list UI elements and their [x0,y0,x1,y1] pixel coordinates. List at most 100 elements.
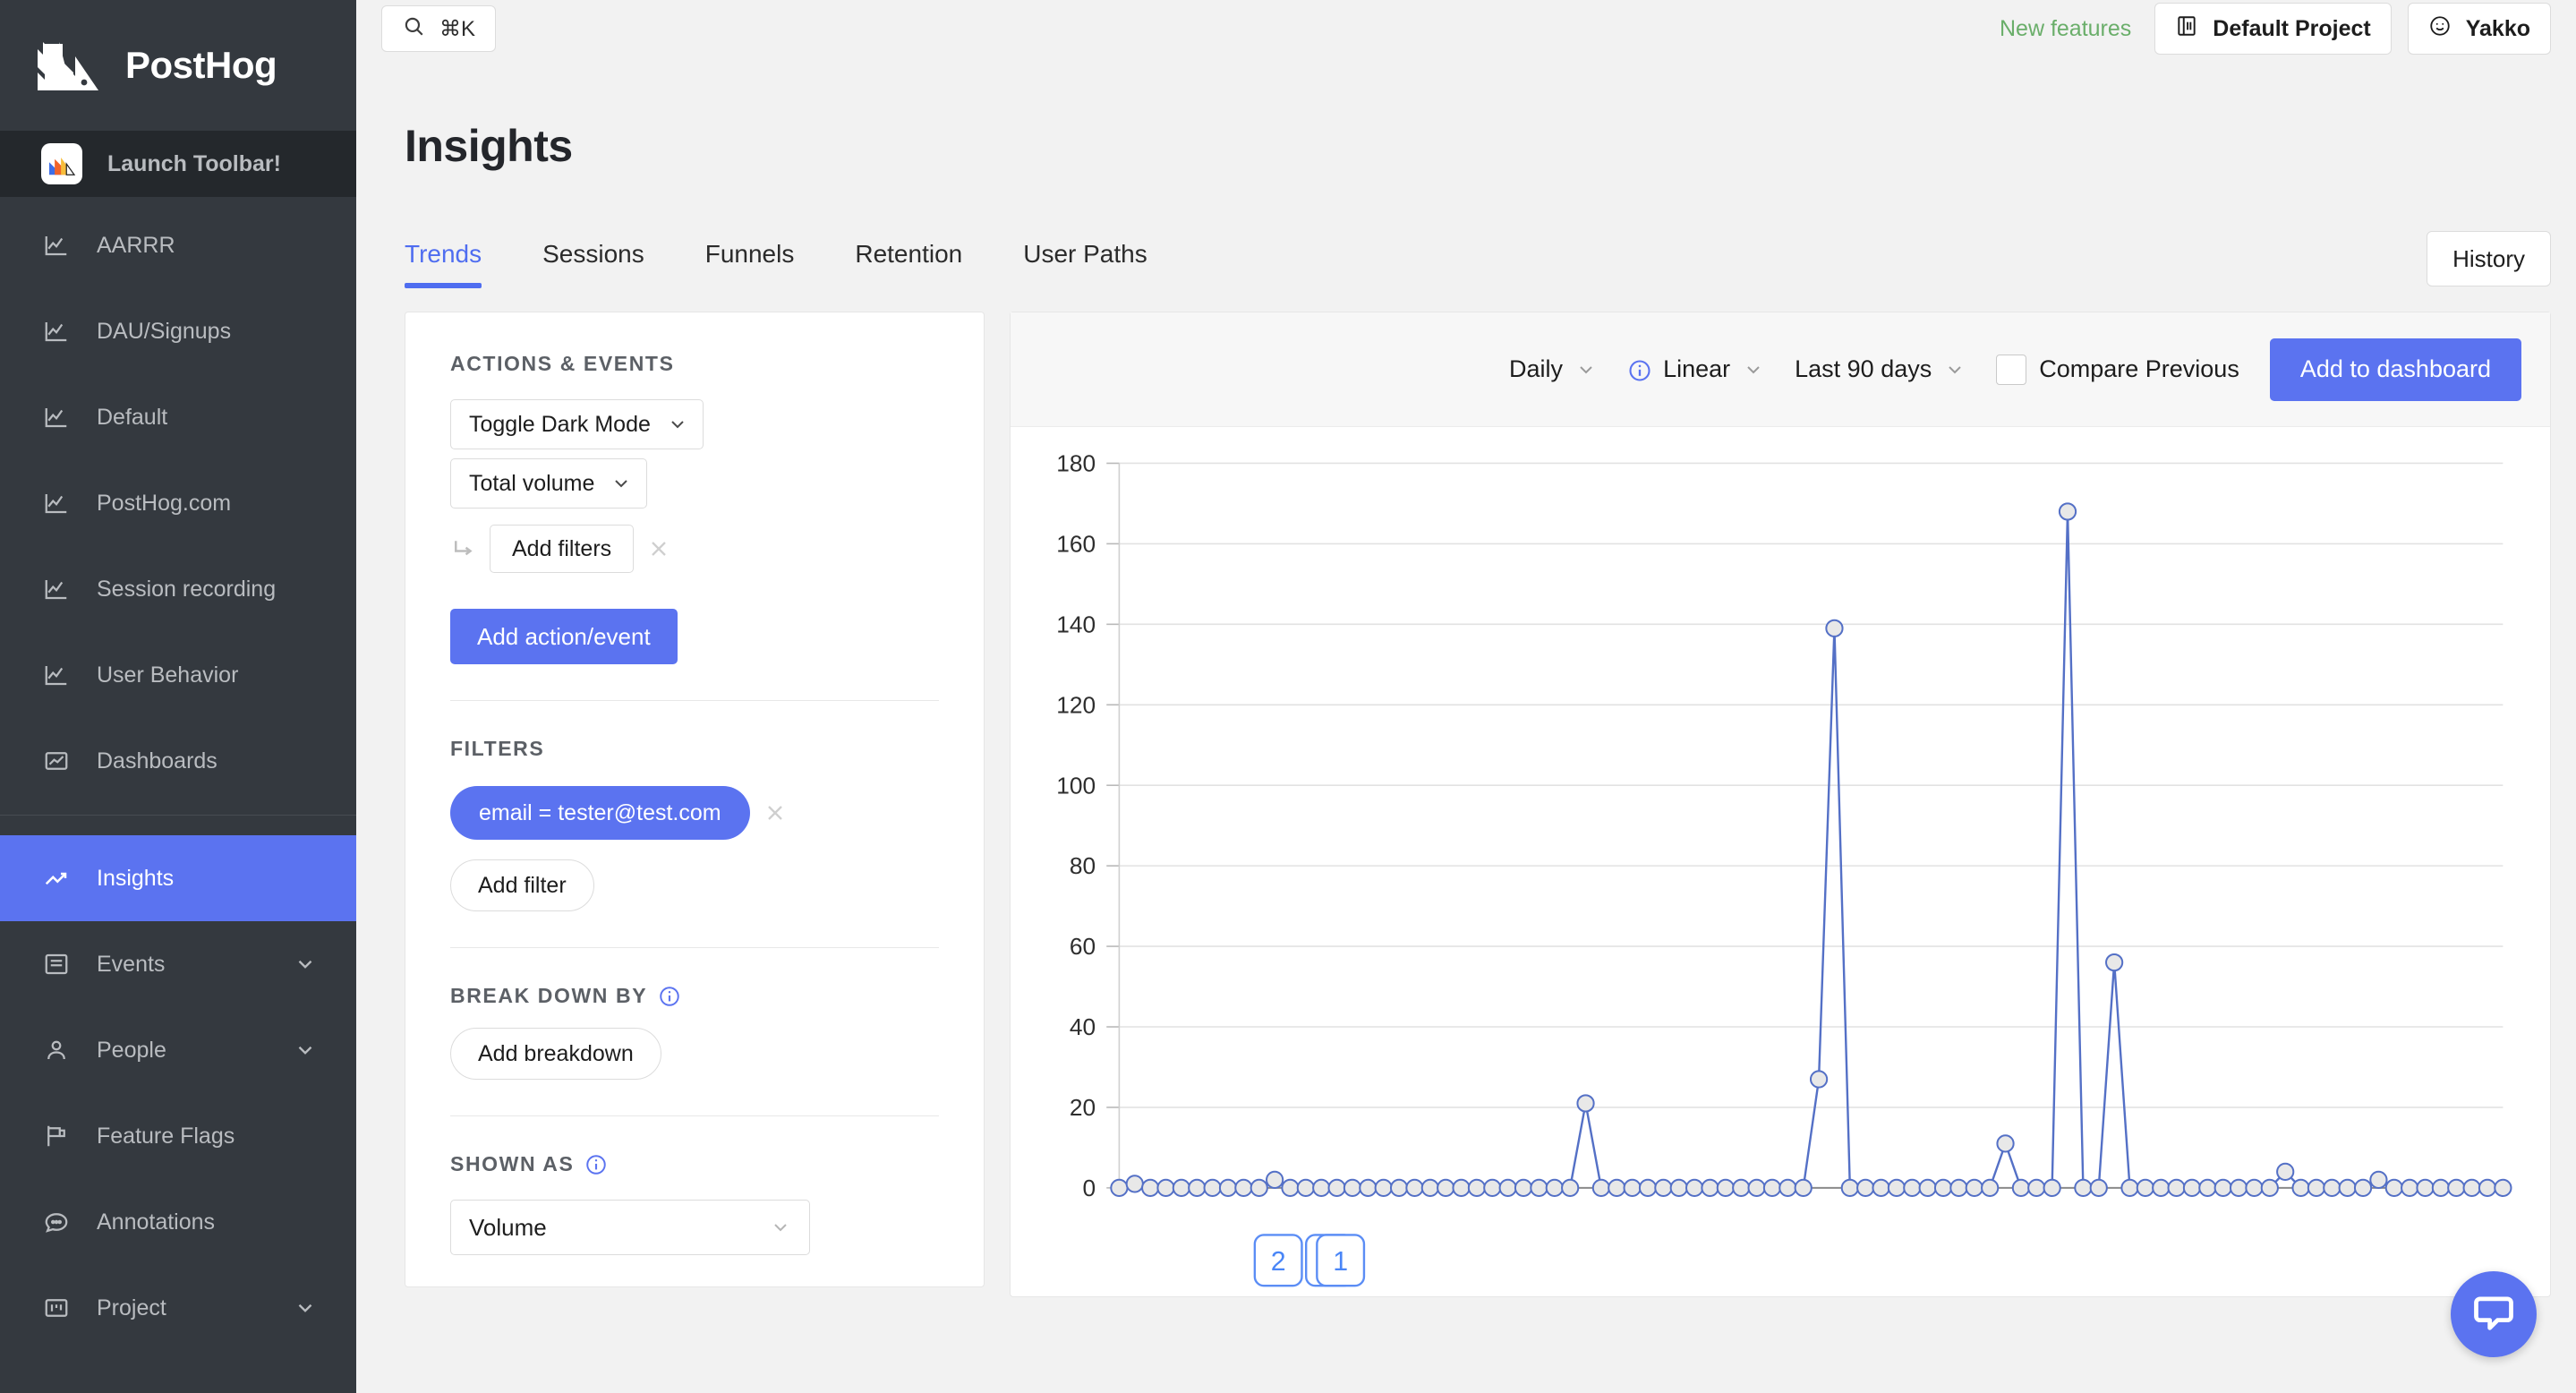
chart-series [1111,503,2511,1196]
posthog-logo-icon [38,40,102,90]
sidebar-item-annotations[interactable]: Annotations [0,1179,356,1265]
compare-previous-checkbox[interactable] [1996,354,2027,385]
breakdown-heading: BREAK DOWN BY [450,984,939,1008]
new-features-link[interactable]: New features [2000,16,2131,42]
data-point [2355,1180,2371,1196]
sidebar-item-people[interactable]: People [0,1007,356,1093]
sidebar-item-aarrr[interactable]: AARRR [0,202,356,288]
data-point [1577,1095,1593,1111]
page-title: Insights [405,121,573,171]
sidebar-item-posthog-com[interactable]: PostHog.com [0,460,356,546]
interval-select[interactable]: Daily [1509,355,1597,383]
sidebar-item-dashboards[interactable]: Dashboards [0,718,356,804]
y-tick-label: 120 [1056,691,1096,718]
tab-label: Trends [405,240,482,268]
compare-previous-toggle[interactable]: Compare Previous [1996,354,2239,385]
data-point [2417,1180,2433,1196]
chevron-down-icon[interactable] [294,953,317,976]
date-range-select[interactable]: Last 90 days [1795,355,1966,383]
trending-up-icon [41,863,72,893]
data-point [1997,1135,2013,1151]
add-filter-label: Add filter [478,872,567,898]
sidebar-item-label: Project [97,1295,166,1320]
add-to-dashboard-label: Add to dashboard [2299,355,2491,382]
data-point [1920,1180,1936,1196]
tab-trends[interactable]: Trends [405,240,512,288]
tab-user-paths[interactable]: User Paths [993,240,1178,288]
close-icon[interactable] [763,800,788,825]
tab-label: User Paths [1023,240,1147,268]
divider [450,700,939,701]
main-area: ⌘K New features Default Project Yakko In… [356,0,2576,1393]
sidebar-item-user-behavior[interactable]: User Behavior [0,632,356,718]
tab-retention[interactable]: Retention [824,240,993,288]
data-point [1251,1180,1267,1196]
data-point [1205,1180,1221,1196]
data-point [1157,1180,1173,1196]
sidebar-item-label: Insights [97,865,175,891]
add-breakdown-button[interactable]: Add breakdown [450,1028,661,1080]
data-point [2448,1180,2464,1196]
info-icon[interactable] [1627,358,1651,381]
tab-sessions[interactable]: Sessions [512,240,675,288]
sidebar-item-insights[interactable]: Insights [0,835,356,921]
launch-toolbar-label: Launch Toolbar! [107,150,281,176]
sidebar-item-events[interactable]: Events [0,921,356,1007]
list-icon [41,949,72,979]
chevron-down-icon[interactable] [294,1038,317,1062]
search-button[interactable]: ⌘K [381,5,497,52]
scale-select[interactable]: Linear [1627,355,1764,383]
sidebar-item-session-recording[interactable]: Session recording [0,546,356,632]
sidebar-item-default[interactable]: Default [0,374,356,460]
chevron-down-icon [1575,359,1597,380]
close-icon[interactable] [646,536,671,561]
data-point [1531,1180,1547,1196]
data-point [2075,1180,2091,1196]
sidebar-item-label: Annotations [97,1209,216,1235]
data-point [1748,1180,1764,1196]
chart-gridlines [1106,463,2503,1187]
project-switcher-button[interactable]: Default Project [2154,3,2392,55]
data-point [1686,1180,1702,1196]
y-tick-label: 180 [1056,450,1096,477]
info-icon[interactable] [658,985,681,1008]
chart-card: Daily Linear Last 90 days Compare Previo… [1010,312,2551,1298]
line-chart-icon [41,230,72,261]
sidebar-item-dau-signups[interactable]: DAU/Signups [0,288,356,374]
info-icon[interactable] [584,1153,608,1176]
user-menu-button[interactable]: Yakko [2407,3,2551,55]
add-filters-button[interactable]: Add filters [490,525,635,573]
chevron-down-icon[interactable] [294,1296,317,1320]
shown-as-select[interactable]: Volume [450,1200,810,1255]
data-point [2184,1180,2200,1196]
chat-widget-button[interactable] [2451,1271,2537,1357]
sidebar-item-project[interactable]: Project [0,1265,356,1351]
add-to-dashboard-button[interactable]: Add to dashboard [2269,338,2521,401]
add-action-event-button[interactable]: Add action/event [450,609,678,664]
event-select[interactable]: Toggle Dark Mode [450,399,704,449]
history-button[interactable]: History [2427,231,2551,286]
data-point [1640,1180,1656,1196]
active-filter-pill[interactable]: email = tester@test.com [450,786,750,840]
sidebar-item-label: Default [97,404,168,430]
tab-funnels[interactable]: Funnels [675,240,825,288]
sidebar-item-feature-flags[interactable]: Feature Flags [0,1093,356,1179]
data-point [1344,1180,1361,1196]
sidebar-item-label: AARRR [97,232,175,258]
data-point [2340,1180,2356,1196]
sidebar-nav: AARRR DAU/Signups Default PostHog.com Se… [0,197,356,1393]
add-filter-button[interactable]: Add filter [450,859,594,911]
data-point [1515,1180,1531,1196]
trends-line-chart[interactable]: 020406080100120140160180 21 [1011,427,2550,1296]
project-name-label: Default Project [2213,15,2371,41]
math-select-wrap: Total volume [450,458,939,508]
data-point [2060,503,2076,519]
data-point [1718,1180,1734,1196]
data-point [1796,1180,1812,1196]
data-point [1453,1180,1469,1196]
math-select[interactable]: Total volume [450,458,648,508]
topbar: ⌘K New features Default Project Yakko [356,0,2576,57]
brand[interactable]: PostHog [0,0,356,131]
filters-panel: ACTIONS & EVENTS Toggle Dark Mode Total … [405,312,985,1287]
launch-toolbar-button[interactable]: Launch Toolbar! [0,131,356,197]
